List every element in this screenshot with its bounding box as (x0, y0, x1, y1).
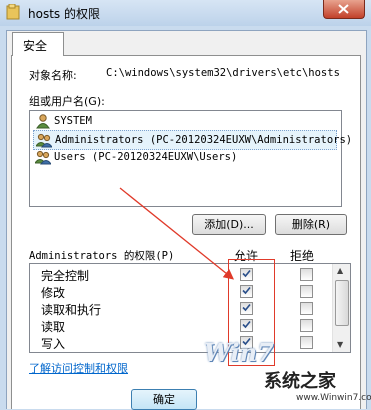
watermark-url: www.Winwin7.com (296, 393, 371, 403)
watermark-site-name: 系统之家 (264, 371, 336, 392)
watermark: Win7 系统之家 www.Winwin7.com (204, 336, 371, 408)
tab-security[interactable]: 安全 (12, 32, 64, 56)
watermark-logo: Win7 (204, 338, 274, 367)
ok-button[interactable]: 确定 (131, 389, 197, 410)
tab-security-label: 安全 (23, 39, 48, 53)
